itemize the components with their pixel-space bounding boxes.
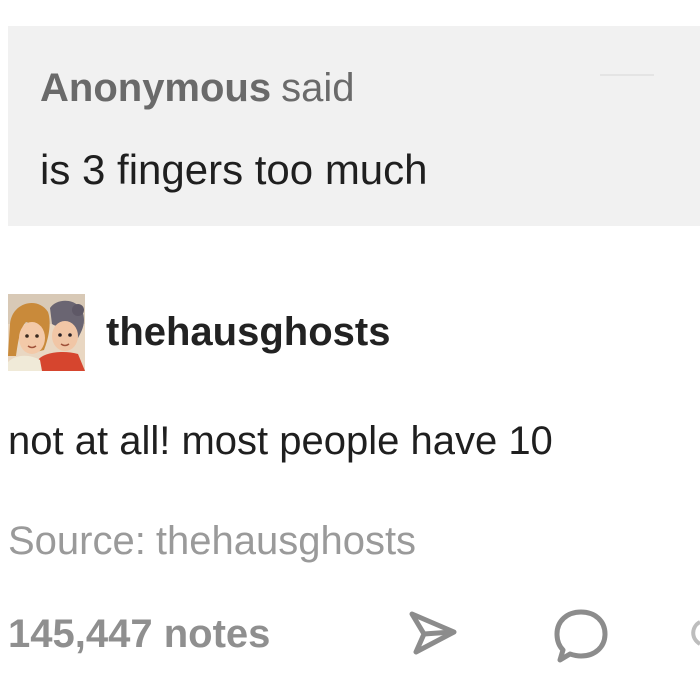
answer-text: not at all! most people have 10	[8, 419, 553, 463]
ask-box-divider	[600, 74, 654, 76]
tumblr-post: Anonymous said is 3 fingers too much the…	[0, 0, 700, 700]
truncated-edge-icon	[691, 620, 700, 646]
source-label: Source:	[8, 519, 146, 563]
ask-question: is 3 fingers too much	[40, 146, 428, 193]
asker-name[interactable]: Anonymous	[40, 66, 271, 110]
asker-line: Anonymous said	[40, 66, 355, 110]
said-label: said	[281, 66, 355, 110]
source-line: Source: thehausghosts	[8, 518, 416, 564]
ask-box: Anonymous said is 3 fingers too much	[8, 26, 700, 226]
share-arrow-icon	[409, 611, 457, 655]
notes-count[interactable]: 145,447 notes	[8, 611, 270, 657]
source-link[interactable]: thehausghosts	[156, 519, 416, 563]
author-name[interactable]: thehausghosts	[106, 310, 390, 354]
reply-bubble-icon	[554, 609, 608, 663]
share-button[interactable]	[404, 606, 460, 660]
answer-author-row: thehausghosts	[8, 294, 668, 372]
partial-icon	[686, 618, 700, 648]
author-avatar[interactable]	[8, 294, 85, 371]
avatar-illustration-icon	[8, 294, 85, 371]
reply-button[interactable]	[550, 604, 612, 666]
